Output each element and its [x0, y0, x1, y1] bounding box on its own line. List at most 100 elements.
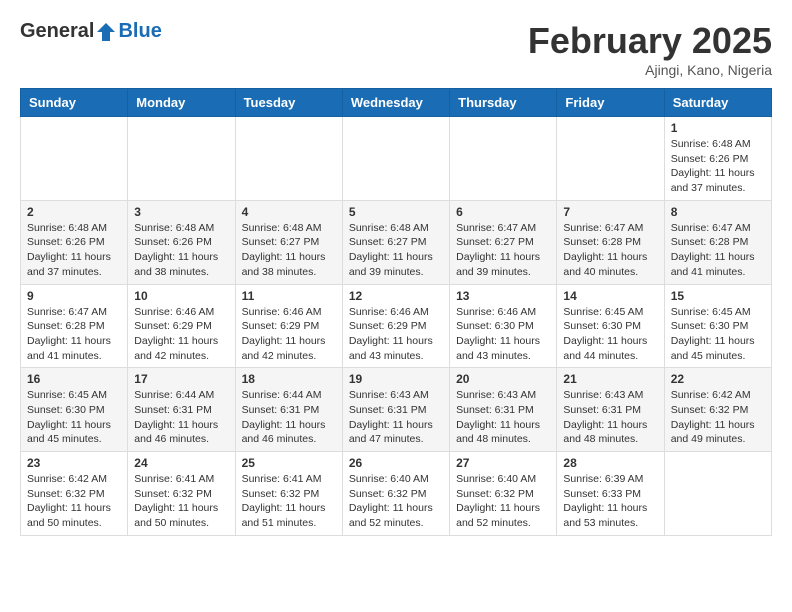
- location: Ajingi, Kano, Nigeria: [528, 62, 772, 78]
- calendar-cell: 5 Sunrise: 6:48 AM Sunset: 6:27 PM Daylig…: [342, 200, 449, 284]
- calendar-cell: 13 Sunrise: 6:46 AM Sunset: 6:30 PM Dayli…: [450, 284, 557, 368]
- day-info: Sunrise: 6:42 AM Sunset: 6:32 PM Dayligh…: [671, 388, 765, 447]
- day-number: 15: [671, 289, 765, 303]
- day-info: Sunrise: 6:45 AM Sunset: 6:30 PM Dayligh…: [671, 305, 765, 364]
- day-number: 3: [134, 205, 228, 219]
- day-info: Sunrise: 6:43 AM Sunset: 6:31 PM Dayligh…: [563, 388, 657, 447]
- calendar-cell: 20 Sunrise: 6:43 AM Sunset: 6:31 PM Dayli…: [450, 368, 557, 452]
- logo-icon: [95, 21, 117, 43]
- weekday-header-row: SundayMondayTuesdayWednesdayThursdayFrid…: [21, 89, 772, 117]
- title-block: February 2025 Ajingi, Kano, Nigeria: [528, 20, 772, 78]
- calendar-cell: 7 Sunrise: 6:47 AM Sunset: 6:28 PM Daylig…: [557, 200, 664, 284]
- day-info: Sunrise: 6:40 AM Sunset: 6:32 PM Dayligh…: [349, 472, 443, 531]
- calendar-cell: 19 Sunrise: 6:43 AM Sunset: 6:31 PM Dayli…: [342, 368, 449, 452]
- month-title: February 2025: [528, 20, 772, 62]
- calendar-cell: 2 Sunrise: 6:48 AM Sunset: 6:26 PM Daylig…: [21, 200, 128, 284]
- calendar-cell: 27Sunrise: 6:40 AM Sunset: 6:32 PM Dayli…: [450, 452, 557, 536]
- day-number: 6: [456, 205, 550, 219]
- calendar-cell: [21, 117, 128, 201]
- week-row-4: 23Sunrise: 6:42 AM Sunset: 6:32 PM Dayli…: [21, 452, 772, 536]
- calendar-cell: 24Sunrise: 6:41 AM Sunset: 6:32 PM Dayli…: [128, 452, 235, 536]
- calendar-body: 1Sunrise: 6:48 AM Sunset: 6:26 PM Daylig…: [21, 117, 772, 536]
- day-info: Sunrise: 6:48 AM Sunset: 6:26 PM Dayligh…: [134, 221, 228, 280]
- day-info: Sunrise: 6:45 AM Sunset: 6:30 PM Dayligh…: [563, 305, 657, 364]
- day-number: 25: [242, 456, 336, 470]
- calendar-cell: [557, 117, 664, 201]
- weekday-tuesday: Tuesday: [235, 89, 342, 117]
- week-row-3: 16 Sunrise: 6:45 AM Sunset: 6:30 PM Dayli…: [21, 368, 772, 452]
- calendar-cell: 6 Sunrise: 6:47 AM Sunset: 6:27 PM Daylig…: [450, 200, 557, 284]
- week-row-1: 2 Sunrise: 6:48 AM Sunset: 6:26 PM Daylig…: [21, 200, 772, 284]
- day-number: 24: [134, 456, 228, 470]
- day-number: 28: [563, 456, 657, 470]
- calendar-cell: [235, 117, 342, 201]
- weekday-wednesday: Wednesday: [342, 89, 449, 117]
- day-number: 17: [134, 372, 228, 386]
- weekday-friday: Friday: [557, 89, 664, 117]
- day-info: Sunrise: 6:46 AM Sunset: 6:29 PM Dayligh…: [349, 305, 443, 364]
- day-info: Sunrise: 6:46 AM Sunset: 6:30 PM Dayligh…: [456, 305, 550, 364]
- day-info: Sunrise: 6:47 AM Sunset: 6:28 PM Dayligh…: [27, 305, 121, 364]
- calendar-cell: 3 Sunrise: 6:48 AM Sunset: 6:26 PM Daylig…: [128, 200, 235, 284]
- day-info: Sunrise: 6:47 AM Sunset: 6:28 PM Dayligh…: [563, 221, 657, 280]
- day-info: Sunrise: 6:45 AM Sunset: 6:30 PM Dayligh…: [27, 388, 121, 447]
- day-number: 13: [456, 289, 550, 303]
- day-number: 9: [27, 289, 121, 303]
- day-number: 16: [27, 372, 121, 386]
- calendar-cell: 4 Sunrise: 6:48 AM Sunset: 6:27 PM Daylig…: [235, 200, 342, 284]
- day-info: Sunrise: 6:41 AM Sunset: 6:32 PM Dayligh…: [242, 472, 336, 531]
- day-number: 20: [456, 372, 550, 386]
- day-number: 27: [456, 456, 550, 470]
- day-info: Sunrise: 6:44 AM Sunset: 6:31 PM Dayligh…: [134, 388, 228, 447]
- day-info: Sunrise: 6:46 AM Sunset: 6:29 PM Dayligh…: [134, 305, 228, 364]
- day-number: 8: [671, 205, 765, 219]
- day-number: 26: [349, 456, 443, 470]
- day-info: Sunrise: 6:43 AM Sunset: 6:31 PM Dayligh…: [456, 388, 550, 447]
- day-number: 22: [671, 372, 765, 386]
- calendar-cell: 11Sunrise: 6:46 AM Sunset: 6:29 PM Dayli…: [235, 284, 342, 368]
- calendar-cell: 1Sunrise: 6:48 AM Sunset: 6:26 PM Daylig…: [664, 117, 771, 201]
- calendar-cell: 14 Sunrise: 6:45 AM Sunset: 6:30 PM Dayli…: [557, 284, 664, 368]
- calendar-table: SundayMondayTuesdayWednesdayThursdayFrid…: [20, 88, 772, 536]
- day-info: Sunrise: 6:47 AM Sunset: 6:27 PM Dayligh…: [456, 221, 550, 280]
- day-info: Sunrise: 6:44 AM Sunset: 6:31 PM Dayligh…: [242, 388, 336, 447]
- calendar-cell: 12Sunrise: 6:46 AM Sunset: 6:29 PM Dayli…: [342, 284, 449, 368]
- day-number: 7: [563, 205, 657, 219]
- day-info: Sunrise: 6:48 AM Sunset: 6:27 PM Dayligh…: [349, 221, 443, 280]
- calendar-cell: 23Sunrise: 6:42 AM Sunset: 6:32 PM Dayli…: [21, 452, 128, 536]
- calendar-cell: 16 Sunrise: 6:45 AM Sunset: 6:30 PM Dayli…: [21, 368, 128, 452]
- day-info: Sunrise: 6:39 AM Sunset: 6:33 PM Dayligh…: [563, 472, 657, 531]
- day-info: Sunrise: 6:43 AM Sunset: 6:31 PM Dayligh…: [349, 388, 443, 447]
- calendar-cell: [664, 452, 771, 536]
- day-number: 4: [242, 205, 336, 219]
- day-number: 21: [563, 372, 657, 386]
- day-info: Sunrise: 6:48 AM Sunset: 6:26 PM Dayligh…: [671, 137, 765, 196]
- weekday-monday: Monday: [128, 89, 235, 117]
- calendar-cell: [342, 117, 449, 201]
- calendar-cell: 22 Sunrise: 6:42 AM Sunset: 6:32 PM Dayli…: [664, 368, 771, 452]
- calendar-cell: [450, 117, 557, 201]
- day-number: 10: [134, 289, 228, 303]
- logo: General Blue: [20, 20, 162, 43]
- calendar-cell: 17 Sunrise: 6:44 AM Sunset: 6:31 PM Dayli…: [128, 368, 235, 452]
- calendar-cell: 18 Sunrise: 6:44 AM Sunset: 6:31 PM Dayli…: [235, 368, 342, 452]
- calendar-cell: 10 Sunrise: 6:46 AM Sunset: 6:29 PM Dayli…: [128, 284, 235, 368]
- week-row-2: 9 Sunrise: 6:47 AM Sunset: 6:28 PM Daylig…: [21, 284, 772, 368]
- day-number: 14: [563, 289, 657, 303]
- day-number: 18: [242, 372, 336, 386]
- day-number: 23: [27, 456, 121, 470]
- calendar-cell: 25 Sunrise: 6:41 AM Sunset: 6:32 PM Dayli…: [235, 452, 342, 536]
- day-number: 2: [27, 205, 121, 219]
- calendar-cell: 15 Sunrise: 6:45 AM Sunset: 6:30 PM Dayli…: [664, 284, 771, 368]
- logo-general-text: General: [20, 20, 94, 43]
- week-row-0: 1Sunrise: 6:48 AM Sunset: 6:26 PM Daylig…: [21, 117, 772, 201]
- calendar-cell: 26 Sunrise: 6:40 AM Sunset: 6:32 PM Dayli…: [342, 452, 449, 536]
- page-header: General Blue February 2025 Ajingi, Kano,…: [20, 20, 772, 78]
- day-info: Sunrise: 6:48 AM Sunset: 6:26 PM Dayligh…: [27, 221, 121, 280]
- day-number: 19: [349, 372, 443, 386]
- weekday-saturday: Saturday: [664, 89, 771, 117]
- logo-blue-text: Blue: [118, 20, 161, 42]
- day-number: 5: [349, 205, 443, 219]
- day-info: Sunrise: 6:48 AM Sunset: 6:27 PM Dayligh…: [242, 221, 336, 280]
- weekday-thursday: Thursday: [450, 89, 557, 117]
